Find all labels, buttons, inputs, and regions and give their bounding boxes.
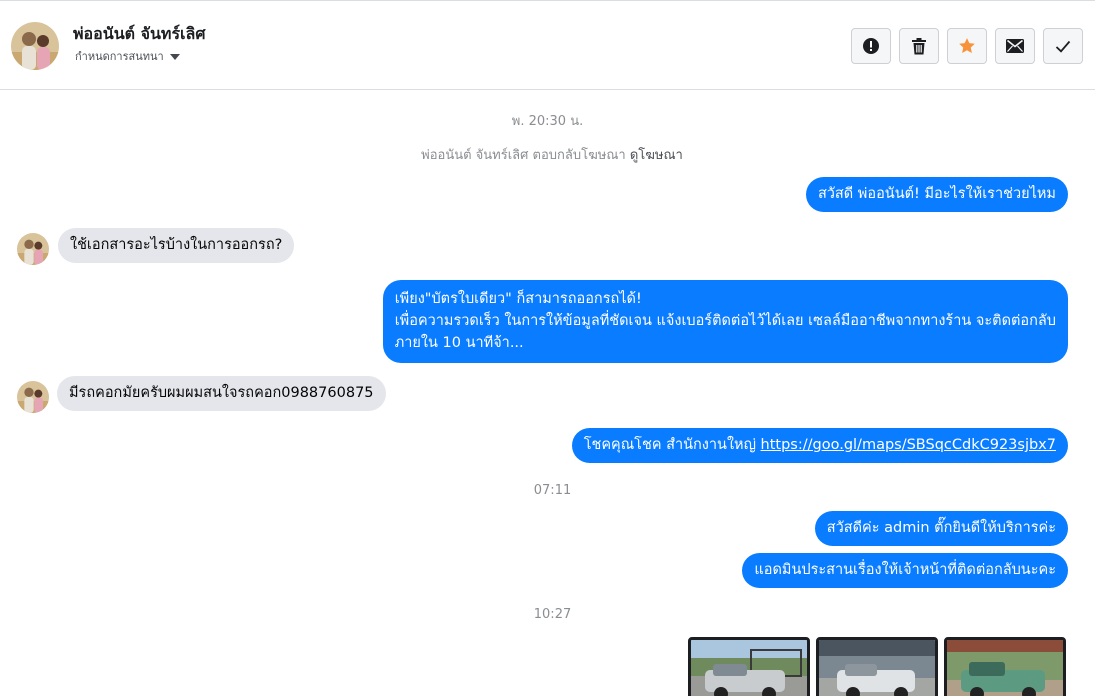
timestamp: 07:11 <box>533 483 572 498</box>
outgoing-message: โชคคุณโชค สำนักงานใหญ่ https://goo.gl/ma… <box>571 428 1068 463</box>
conversation-header: พ่ออนันต์ จันทร์เลิศ กำหนดการสนทนา <box>0 0 1095 90</box>
outgoing-message: สวัสดี พ่ออนันต์! มีอะไรให้เราช่วยไหม <box>805 177 1068 212</box>
outgoing-message: สวัสดีค่ะ admin ตั๊กยินดีให้บริการค่ะ <box>814 511 1068 546</box>
photo-attachment[interactable] <box>688 637 810 696</box>
star-button[interactable] <box>947 28 987 64</box>
incoming-message: ใช้เอกสารอะไรบ้างในการออกรถ? <box>58 228 295 263</box>
message-line: เพียง"บัตรใบเดียว" ก็สามารถออกรถได้! <box>394 291 642 307</box>
message-line: ภายใน 10 นาทีจ้า... <box>394 335 524 351</box>
maps-link[interactable]: https://goo.gl/maps/SBSqcCdkC923sjbx7 <box>761 437 1056 453</box>
caret-down-icon <box>169 53 180 60</box>
message-text: โชคคุณโชค สำนักงานใหญ่ <box>583 437 761 453</box>
photo-attachment[interactable] <box>944 637 1066 696</box>
view-ad-link[interactable]: ดูโฆษณา <box>630 148 683 163</box>
ad-reply-text: พ่ออนันต์ จันทร์เลิศ ตอบกลับโฆษณา <box>421 148 626 163</box>
spam-button[interactable] <box>851 28 891 64</box>
incoming-message: มีรถคอกมัยครับผมผมสนใจรถคอก0988760875 <box>57 376 386 411</box>
photo-attachment[interactable] <box>816 637 938 696</box>
star-icon <box>958 37 976 55</box>
mark-unread-button[interactable] <box>995 28 1035 64</box>
contact-avatar-small <box>17 381 49 413</box>
timestamp: 10:27 <box>533 607 572 622</box>
contact-name: พ่ออนันต์ จันทร์เลิศ <box>73 24 206 43</box>
trash-icon <box>911 37 927 55</box>
conversation-label: กำหนดการสนทนา <box>75 50 164 63</box>
mark-done-button[interactable] <box>1043 28 1083 64</box>
message-line: เพื่อความรวดเร็ว ในการให้ข้อมูลที่ชัดเจน… <box>394 313 1056 329</box>
delete-button[interactable] <box>899 28 939 64</box>
ad-reply-notice: พ่ออนันต์ จันทร์เลิศ ตอบกลับโฆษณา ดูโฆษณ… <box>0 144 1095 165</box>
conversation-label-dropdown[interactable]: กำหนดการสนทนา <box>75 47 180 65</box>
check-icon <box>1055 40 1071 53</box>
outgoing-message: แอดมินประสานเรื่องให้เจ้าหน้าที่ติดต่อกล… <box>742 553 1068 588</box>
contact-avatar[interactable] <box>11 22 59 70</box>
timestamp: พ. 20:30 น. <box>511 114 584 129</box>
outgoing-message: เพียง"บัตรใบเดียว" ก็สามารถออกรถได้! เพื… <box>382 280 1068 363</box>
exclamation-circle-icon <box>862 37 880 55</box>
contact-avatar-small <box>17 233 49 265</box>
envelope-icon <box>1006 39 1024 53</box>
